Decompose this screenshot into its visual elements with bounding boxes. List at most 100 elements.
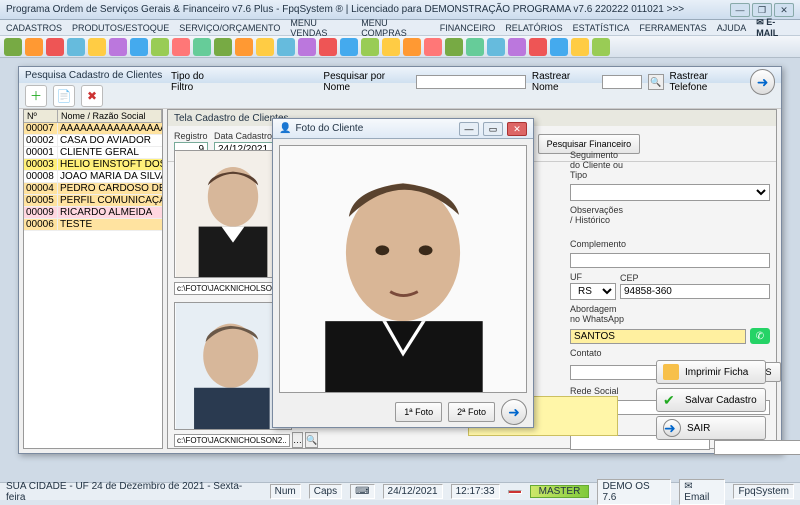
- status-email-icon[interactable]: ✉ Email: [679, 479, 725, 505]
- toolbar-icon[interactable]: [340, 38, 358, 56]
- sair-button[interactable]: ➜SAIR: [656, 416, 766, 440]
- toolbar-icon[interactable]: [4, 38, 22, 56]
- window-controls: — ❐ ✕: [730, 3, 794, 17]
- menu-item[interactable]: FINANCEIRO: [440, 23, 496, 33]
- segunda-foto-button[interactable]: 2ª Foto: [448, 402, 495, 422]
- toolbar-icon[interactable]: [592, 38, 610, 56]
- menu-item[interactable]: MENU VENDAS: [290, 18, 351, 38]
- form-actions: Imprimir Ficha ✔Salvar Cadastro ➜SAIR: [656, 360, 766, 440]
- complemento-label: Complemento: [570, 239, 626, 249]
- app-title: Programa Ordem de Serviços Gerais & Fina…: [6, 4, 730, 15]
- toolbar-icon[interactable]: [319, 38, 337, 56]
- next-arrow-icon[interactable]: ➜: [501, 399, 527, 425]
- toolbar-icon[interactable]: [361, 38, 379, 56]
- exit-arrow-icon: ➜: [663, 419, 681, 437]
- toolbar-icon[interactable]: [298, 38, 316, 56]
- minimize-button[interactable]: —: [730, 3, 750, 17]
- toolbar-icon[interactable]: [193, 38, 211, 56]
- modal-maximize-button[interactable]: ▭: [483, 122, 503, 136]
- search-toolbar: ＋ 📄 ✖ Tipo do Filtro Pesquisar por Nome …: [19, 83, 781, 109]
- toolbar-icon[interactable]: [88, 38, 106, 56]
- table-row[interactable]: 00007AAAAAAAAAAAAAAAAAAA: [24, 123, 162, 135]
- toolbar-icon[interactable]: [46, 38, 64, 56]
- table-row[interactable]: 00001CLIENTE GERAL: [24, 147, 162, 159]
- maximize-button[interactable]: ❐: [752, 3, 772, 17]
- photo2-path[interactable]: [174, 434, 290, 447]
- toolbar-icon[interactable]: [172, 38, 190, 56]
- table-row[interactable]: 00003HELIO EINSTOFT DOS SAN: [24, 159, 162, 171]
- orgao-input[interactable]: [714, 440, 800, 455]
- menu-item[interactable]: RELATÓRIOS: [505, 23, 562, 33]
- imprimir-ficha-button[interactable]: Imprimir Ficha: [656, 360, 766, 384]
- add-icon[interactable]: ＋: [25, 85, 47, 107]
- whatsapp-icon[interactable]: ✆: [750, 328, 770, 344]
- complemento-input[interactable]: [570, 253, 770, 268]
- primeira-foto-button[interactable]: 1ª Foto: [395, 402, 442, 422]
- contato-label: Contato: [570, 348, 626, 358]
- search-name-input[interactable]: [416, 75, 526, 89]
- cep-input[interactable]: [620, 284, 770, 299]
- toolbar-icon[interactable]: [424, 38, 442, 56]
- uf-select[interactable]: RS: [570, 283, 616, 300]
- toolbar-icon[interactable]: [277, 38, 295, 56]
- table-row[interactable]: 00004PEDRO CARDOSO DE ME: [24, 183, 162, 195]
- seguimento-select[interactable]: [570, 184, 770, 201]
- toolbar-icon[interactable]: [487, 38, 505, 56]
- toolbar-icon[interactable]: [235, 38, 253, 56]
- filter-label: Pesquisar por Nome: [323, 71, 409, 93]
- modal-minimize-button[interactable]: —: [459, 122, 479, 136]
- toolbar-icon[interactable]: [466, 38, 484, 56]
- menu-item[interactable]: SERVIÇO/ORÇAMENTO: [179, 23, 280, 33]
- status-master: MASTER: [530, 485, 590, 498]
- col-header-n: Nº: [24, 110, 58, 122]
- modal-close-button[interactable]: ✕: [507, 122, 527, 136]
- data-label: Data Cadastro: [214, 131, 278, 141]
- toolbar-icon[interactable]: [151, 38, 169, 56]
- menu-item[interactable]: AJUDA: [717, 23, 747, 33]
- table-row[interactable]: 00006TESTE: [24, 219, 162, 231]
- toolbar-icon[interactable]: [529, 38, 547, 56]
- toolbar-icon[interactable]: [382, 38, 400, 56]
- menu-item[interactable]: ESTATÍSTICA: [573, 23, 630, 33]
- menu-item[interactable]: MENU COMPRAS: [361, 18, 430, 38]
- obs-label: Observações / Histórico: [570, 205, 626, 225]
- track-name-input[interactable]: [602, 75, 642, 89]
- menu-item[interactable]: CADASTROS: [6, 23, 62, 33]
- toolbar-icon[interactable]: [550, 38, 568, 56]
- menu-email[interactable]: ✉ E-MAIL: [756, 17, 794, 38]
- toolbar-icon[interactable]: [445, 38, 463, 56]
- toolbar-icon[interactable]: [256, 38, 274, 56]
- search-icon[interactable]: 🔍: [648, 74, 663, 90]
- go-arrow-icon[interactable]: ➜: [750, 69, 775, 95]
- status-demo: DEMO OS 7.6: [597, 479, 671, 505]
- table-row[interactable]: 00002CASA DO AVIADOR: [24, 135, 162, 147]
- table-row[interactable]: 00008JOAO MARIA DA SILVA: [24, 171, 162, 183]
- menu-item[interactable]: PRODUTOS/ESTOQUE: [72, 23, 169, 33]
- filter-label: Tipo do Filtro: [171, 71, 226, 93]
- toolbar-icon[interactable]: [67, 38, 85, 56]
- status-num: Num: [270, 484, 301, 499]
- document-icon[interactable]: 📄: [53, 85, 75, 107]
- menu-item[interactable]: FERRAMENTAS: [639, 23, 706, 33]
- clients-grid[interactable]: Nº Nome / Razão Social 00007AAAAAAAAAAAA…: [23, 109, 163, 449]
- whatsapp-name-input[interactable]: [570, 329, 746, 344]
- table-row[interactable]: 00009RICARDO ALMEIDA: [24, 207, 162, 219]
- status-keyboard-icon: ⌨: [350, 484, 374, 499]
- salvar-cadastro-button[interactable]: ✔Salvar Cadastro: [656, 388, 766, 412]
- toolbar-icon[interactable]: [214, 38, 232, 56]
- close-button[interactable]: ✕: [774, 3, 794, 17]
- toolbar-icon[interactable]: [109, 38, 127, 56]
- table-row[interactable]: 00005PERFIL COMUNICAÇÃO: [24, 195, 162, 207]
- status-date: 24/12/2021: [383, 484, 443, 499]
- foto-cliente-dialog: 👤 Foto do Cliente — ▭ ✕ 1ª Foto 2ª Foto …: [272, 118, 534, 428]
- zoom-icon[interactable]: 🔍: [305, 432, 318, 448]
- toolbar-icon[interactable]: [25, 38, 43, 56]
- toolbar-icon[interactable]: [403, 38, 421, 56]
- toolbar-icon[interactable]: [508, 38, 526, 56]
- modal-titlebar: 👤 Foto do Cliente — ▭ ✕: [273, 119, 533, 139]
- toolbar-icon[interactable]: [130, 38, 148, 56]
- toolbar-icon[interactable]: [571, 38, 589, 56]
- status-time: 12:17:33: [451, 484, 500, 499]
- delete-icon[interactable]: ✖: [81, 85, 103, 107]
- browse-icon[interactable]: …: [292, 432, 303, 448]
